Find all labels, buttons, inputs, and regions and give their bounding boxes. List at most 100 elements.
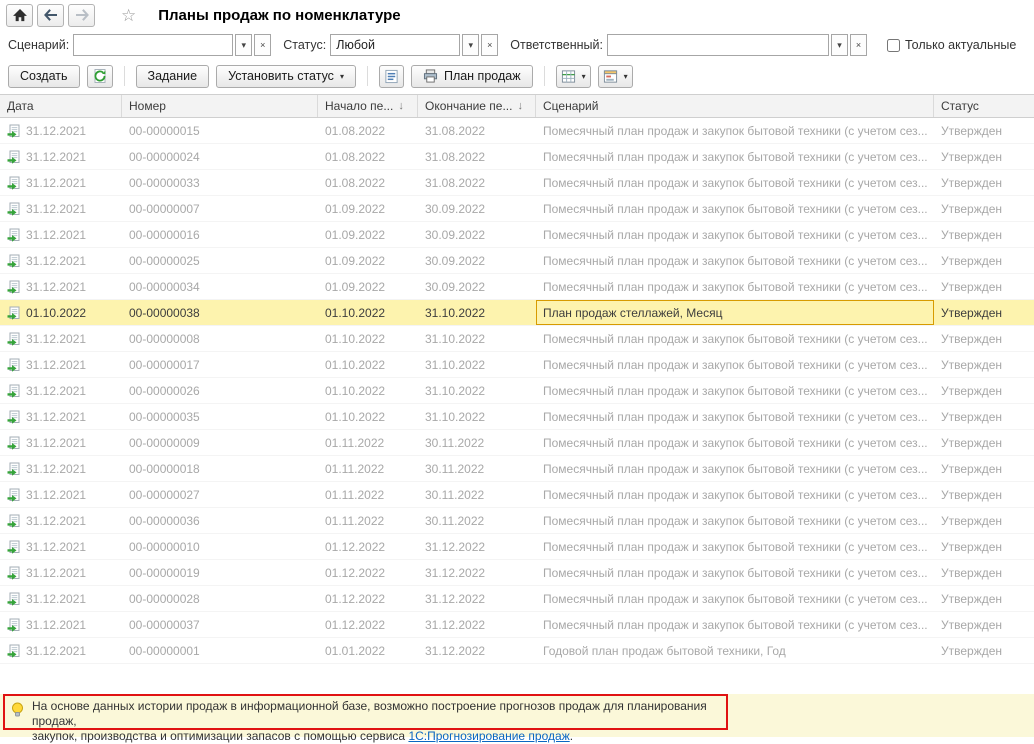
- cell-date[interactable]: 31.12.2021: [0, 326, 122, 351]
- cell-date[interactable]: 31.12.2021: [0, 274, 122, 299]
- cell-status[interactable]: Утвержден: [934, 274, 1034, 299]
- cell-start[interactable]: 01.09.2022: [318, 274, 418, 299]
- table-row[interactable]: 31.12.2021 00-00000034 01.09.2022 30.09.…: [0, 274, 1034, 300]
- home-button[interactable]: [6, 3, 33, 27]
- cell-end[interactable]: 31.12.2022: [418, 534, 536, 559]
- cell-end[interactable]: 31.10.2022: [418, 404, 536, 429]
- table-row[interactable]: 31.12.2021 00-00000037 01.12.2022 31.12.…: [0, 612, 1034, 638]
- column-header[interactable]: Статус: [934, 95, 1034, 117]
- column-header[interactable]: Окончание пе... ↓: [418, 95, 536, 117]
- cell-number[interactable]: 00-00000007: [122, 196, 318, 221]
- cell-number[interactable]: 00-00000016: [122, 222, 318, 247]
- cell-scenario[interactable]: Помесячный план продаж и закупок бытовой…: [536, 170, 934, 195]
- table-row[interactable]: 31.12.2021 00-00000007 01.09.2022 30.09.…: [0, 196, 1034, 222]
- cell-status[interactable]: Утвержден: [934, 612, 1034, 637]
- cell-end[interactable]: 30.11.2022: [418, 456, 536, 481]
- cell-date[interactable]: 31.12.2021: [0, 560, 122, 585]
- scenario-dropdown-button[interactable]: ▾: [235, 34, 253, 56]
- cell-scenario[interactable]: Годовой план продаж бытовой техники, Год: [536, 638, 934, 663]
- status-dropdown-button[interactable]: ▾: [462, 34, 480, 56]
- cell-number[interactable]: 00-00000009: [122, 430, 318, 455]
- cell-number[interactable]: 00-00000001: [122, 638, 318, 663]
- cell-status[interactable]: Утвержден: [934, 300, 1034, 325]
- cell-status[interactable]: Утвержден: [934, 248, 1034, 273]
- cell-start[interactable]: 01.10.2022: [318, 404, 418, 429]
- cell-number[interactable]: 00-00000015: [122, 118, 318, 143]
- cell-scenario[interactable]: Помесячный план продаж и закупок бытовой…: [536, 378, 934, 403]
- cell-date[interactable]: 31.12.2021: [0, 482, 122, 507]
- scenario-filter-input[interactable]: [73, 34, 234, 56]
- cell-start[interactable]: 01.11.2022: [318, 508, 418, 533]
- cell-start[interactable]: 01.11.2022: [318, 456, 418, 481]
- cell-date[interactable]: 31.12.2021: [0, 222, 122, 247]
- cell-status[interactable]: Утвержден: [934, 482, 1034, 507]
- table-row[interactable]: 31.12.2021 00-00000036 01.11.2022 30.11.…: [0, 508, 1034, 534]
- cell-end[interactable]: 31.10.2022: [418, 300, 536, 325]
- task-button[interactable]: Задание: [135, 64, 210, 88]
- cell-scenario[interactable]: Помесячный план продаж и закупок бытовой…: [536, 430, 934, 455]
- cell-scenario[interactable]: Помесячный план продаж и закупок бытовой…: [536, 508, 934, 533]
- cell-start[interactable]: 01.09.2022: [318, 196, 418, 221]
- cell-status[interactable]: Утвержден: [934, 534, 1034, 559]
- cell-status[interactable]: Утвержден: [934, 456, 1034, 481]
- cell-status[interactable]: Утвержден: [934, 326, 1034, 351]
- cell-date[interactable]: 31.12.2021: [0, 430, 122, 455]
- table-row[interactable]: 31.12.2021 00-00000028 01.12.2022 31.12.…: [0, 586, 1034, 612]
- forward-button[interactable]: [68, 3, 95, 27]
- cell-date[interactable]: 31.12.2021: [0, 638, 122, 663]
- cell-date[interactable]: 31.12.2021: [0, 586, 122, 611]
- cell-date[interactable]: 31.12.2021: [0, 508, 122, 533]
- cell-start[interactable]: 01.01.2022: [318, 638, 418, 663]
- table-row[interactable]: 31.12.2021 00-00000033 01.08.2022 31.08.…: [0, 170, 1034, 196]
- cell-date[interactable]: 31.12.2021: [0, 404, 122, 429]
- cell-scenario[interactable]: Помесячный план продаж и закупок бытовой…: [536, 326, 934, 351]
- cell-scenario[interactable]: Помесячный план продаж и закупок бытовой…: [536, 560, 934, 585]
- report-button[interactable]: [378, 64, 404, 88]
- cell-number[interactable]: 00-00000017: [122, 352, 318, 377]
- output-list-button[interactable]: ▾: [555, 64, 591, 88]
- cell-end[interactable]: 31.10.2022: [418, 326, 536, 351]
- table-row[interactable]: 31.12.2021 00-00000017 01.10.2022 31.10.…: [0, 352, 1034, 378]
- cell-end[interactable]: 31.12.2022: [418, 612, 536, 637]
- cell-number[interactable]: 00-00000034: [122, 274, 318, 299]
- column-header[interactable]: Дата: [0, 95, 122, 117]
- cell-date[interactable]: 31.12.2021: [0, 456, 122, 481]
- cell-status[interactable]: Утвержден: [934, 430, 1034, 455]
- change-form-button[interactable]: ▾: [597, 64, 633, 88]
- responsible-dropdown-button[interactable]: ▾: [831, 34, 848, 56]
- column-header[interactable]: Начало пе... ↓: [318, 95, 418, 117]
- scenario-clear-button[interactable]: ×: [254, 34, 272, 56]
- cell-status[interactable]: Утвержден: [934, 352, 1034, 377]
- table-row[interactable]: 31.12.2021 00-00000035 01.10.2022 31.10.…: [0, 404, 1034, 430]
- cell-scenario[interactable]: Помесячный план продаж и закупок бытовой…: [536, 456, 934, 481]
- cell-number[interactable]: 00-00000026: [122, 378, 318, 403]
- cell-start[interactable]: 01.08.2022: [318, 118, 418, 143]
- table-row[interactable]: 01.10.2022 00-00000038 01.10.2022 31.10.…: [0, 300, 1034, 326]
- cell-date[interactable]: 31.12.2021: [0, 248, 122, 273]
- cell-start[interactable]: 01.10.2022: [318, 326, 418, 351]
- cell-start[interactable]: 01.12.2022: [318, 586, 418, 611]
- create-button[interactable]: Создать: [8, 64, 80, 88]
- cell-end[interactable]: 31.08.2022: [418, 170, 536, 195]
- cell-scenario[interactable]: Помесячный план продаж и закупок бытовой…: [536, 586, 934, 611]
- column-header[interactable]: Номер: [122, 95, 318, 117]
- cell-end[interactable]: 30.09.2022: [418, 196, 536, 221]
- cell-scenario[interactable]: Помесячный план продаж и закупок бытовой…: [536, 612, 934, 637]
- table-row[interactable]: 31.12.2021 00-00000024 01.08.2022 31.08.…: [0, 144, 1034, 170]
- cell-scenario[interactable]: План продаж стеллажей, Месяц: [536, 300, 934, 325]
- cell-status[interactable]: Утвержден: [934, 222, 1034, 247]
- cell-scenario[interactable]: Помесячный план продаж и закупок бытовой…: [536, 352, 934, 377]
- cell-status[interactable]: Утвержден: [934, 404, 1034, 429]
- cell-status[interactable]: Утвержден: [934, 196, 1034, 221]
- cell-status[interactable]: Утвержден: [934, 560, 1034, 585]
- cell-number[interactable]: 00-00000028: [122, 586, 318, 611]
- cell-number[interactable]: 00-00000019: [122, 560, 318, 585]
- cell-date[interactable]: 31.12.2021: [0, 378, 122, 403]
- cell-number[interactable]: 00-00000037: [122, 612, 318, 637]
- table-row[interactable]: 31.12.2021 00-00000010 01.12.2022 31.12.…: [0, 534, 1034, 560]
- table-row[interactable]: 31.12.2021 00-00000025 01.09.2022 30.09.…: [0, 248, 1034, 274]
- cell-date[interactable]: 31.12.2021: [0, 170, 122, 195]
- table-row[interactable]: 31.12.2021 00-00000019 01.12.2022 31.12.…: [0, 560, 1034, 586]
- cell-status[interactable]: Утвержден: [934, 508, 1034, 533]
- status-clear-button[interactable]: ×: [481, 34, 499, 56]
